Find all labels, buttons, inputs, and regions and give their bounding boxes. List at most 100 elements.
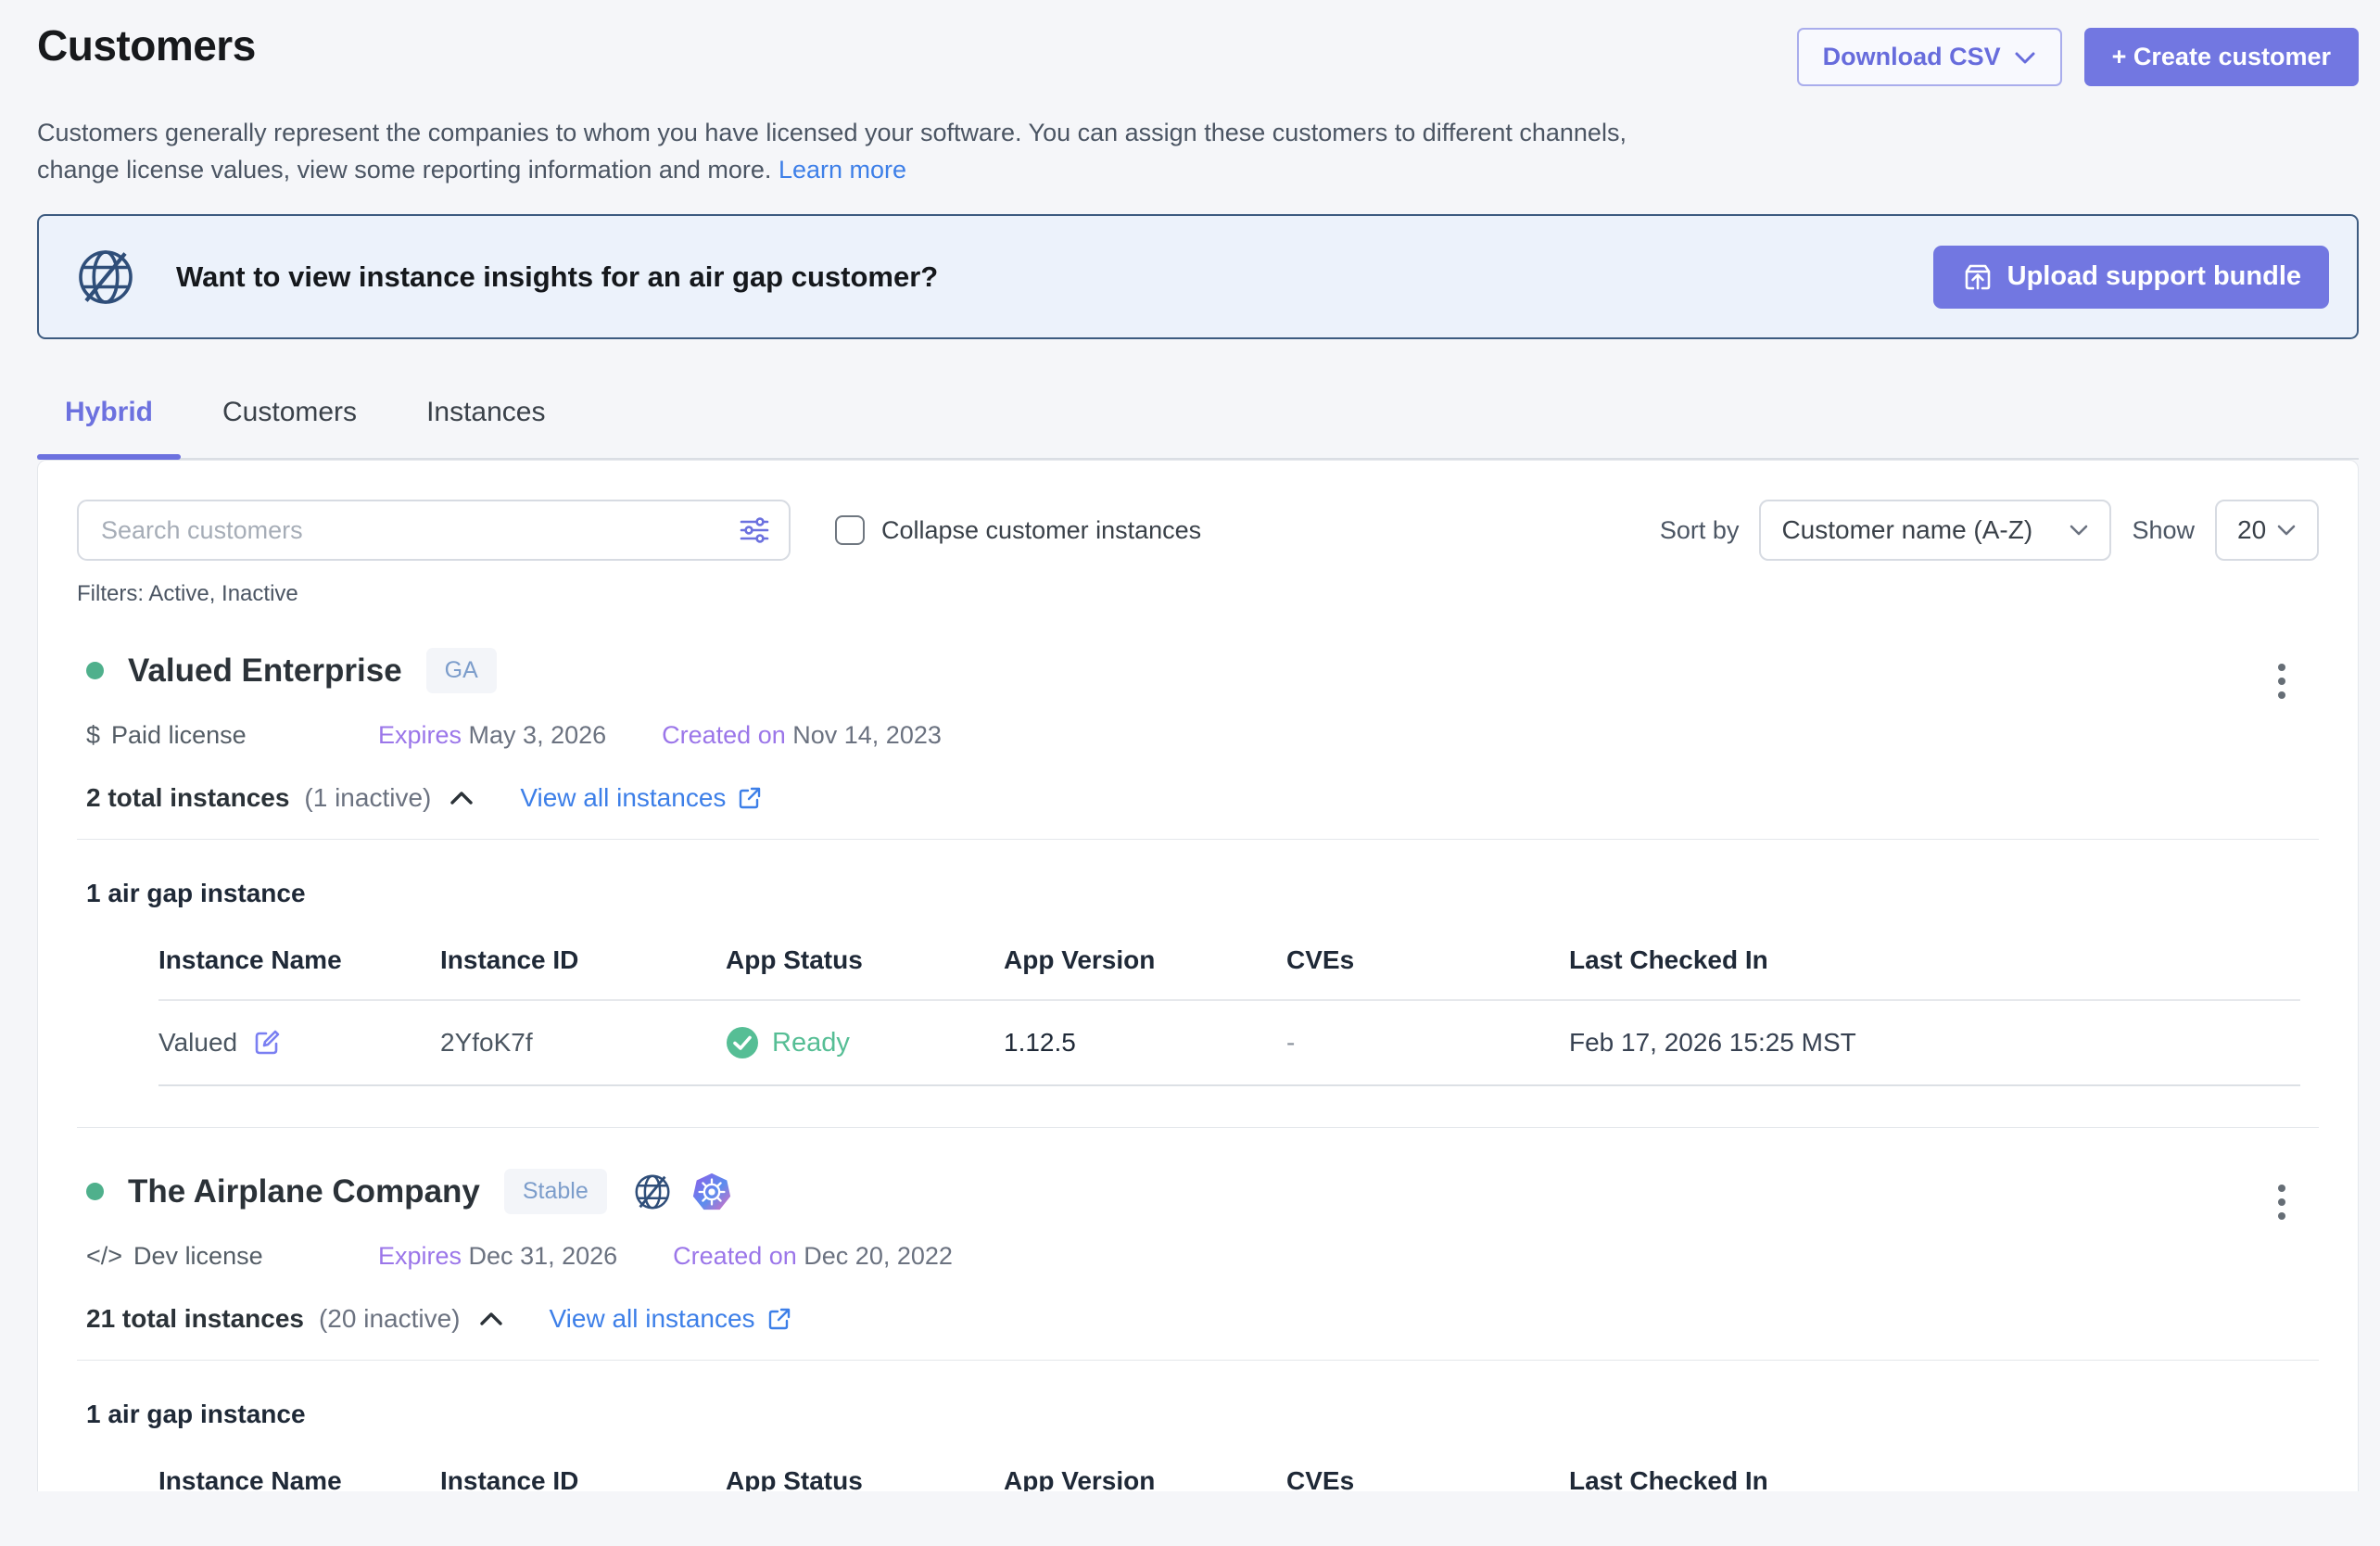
sort-by-label: Sort by [1660,516,1740,545]
customer-name[interactable]: The Airplane Company [128,1173,480,1210]
chevron-down-icon [2276,524,2297,537]
customer-card-valued-enterprise: Valued Enterprise GA $ Paid license Expi… [77,607,2319,1128]
col-app-version: App Version [1004,945,1286,975]
view-all-instances-link[interactable]: View all instances [550,1304,755,1334]
table-header-row: Instance Name Instance ID App Status App… [158,1466,2300,1491]
created-field: Created on Dec 20, 2022 [673,1242,953,1271]
expires-value: Dec 31, 2026 [469,1242,618,1270]
divider [77,839,2319,840]
check-circle-icon [726,1026,759,1059]
show-label: Show [2132,516,2195,545]
airgap-instances-heading: 1 air gap instance [77,1400,2319,1429]
col-last-checked-in: Last Checked In [1569,945,2300,975]
expires-field: Expires May 3, 2026 [378,721,606,750]
last-checked-in: Feb 17, 2026 15:25 MST [1569,1028,2300,1058]
upload-support-bundle-button[interactable]: Upload support bundle [1933,246,2329,309]
created-label: Created on [662,721,786,749]
total-instances-count: 21 total instances [86,1304,304,1334]
created-field: Created on Nov 14, 2023 [662,721,942,750]
license-type: </> Dev license [86,1242,378,1271]
airgap-banner: Want to view instance insights for an ai… [37,214,2359,339]
page-title: Customers [37,20,256,70]
download-csv-button[interactable]: Download CSV [1797,28,2062,86]
edit-icon[interactable] [252,1028,282,1058]
upload-support-bundle-label: Upload support bundle [2007,261,2301,292]
active-status-dot [86,662,104,679]
upload-icon [1961,260,1994,294]
customers-panel: Collapse customer instances Sort by Cust… [37,460,2359,1491]
expires-label: Expires [378,1242,462,1270]
app-status: Ready [772,1028,850,1058]
filter-sliders-icon[interactable] [739,514,770,546]
page-description: Customers generally represent the compan… [37,114,1705,188]
col-app-status: App Status [726,1466,1004,1491]
airgap-globe-icon [72,244,139,310]
collapse-instances-checkbox[interactable] [835,515,865,545]
cves-value: - [1286,1028,1569,1058]
airgap-globe-icon [631,1171,674,1213]
license-type-label: Paid license [111,721,247,750]
tab-customers[interactable]: Customers [222,397,357,458]
created-value: Nov 14, 2023 [792,721,942,749]
external-link-icon [737,785,763,811]
created-label: Created on [673,1242,797,1270]
total-instances-count: 2 total instances [86,783,289,813]
channel-badge: Stable [504,1169,607,1214]
license-type: $ Paid license [86,721,378,750]
collapse-chevron-up-icon[interactable] [448,789,475,807]
airgap-instances-heading: 1 air gap instance [77,879,2319,908]
col-app-status: App Status [726,945,1004,975]
collapse-instances-label: Collapse customer instances [881,516,1201,545]
app-version: 1.12.5 [1004,1028,1286,1058]
airgap-banner-title: Want to view instance insights for an ai… [176,260,1933,294]
inactive-instances-count: (20 inactive) [319,1304,461,1334]
customers-page: Customers Download CSV + Create customer… [0,0,2380,1491]
collapse-chevron-up-icon[interactable] [477,1310,505,1328]
tab-instances[interactable]: Instances [426,397,545,458]
collapse-instances-control[interactable]: Collapse customer instances [835,515,1201,545]
dev-license-icon: </> [86,1242,122,1271]
customer-card-the-airplane-company: The Airplane Company Stable [77,1128,2319,1491]
table-row: Valued 2YfoK7f [158,1001,2300,1086]
col-instance-id: Instance ID [440,945,726,975]
instance-name: Valued [158,1028,237,1058]
paid-license-icon: $ [86,721,100,750]
tab-hybrid[interactable]: Hybrid [65,397,153,458]
filters-note: Filters: Active, Inactive [77,581,2319,607]
airgap-instances-table: Instance Name Instance ID App Status App… [158,945,2300,1086]
col-instance-id: Instance ID [440,1466,726,1491]
license-type-label: Dev license [133,1242,263,1271]
divider [77,1360,2319,1361]
download-csv-label: Download CSV [1823,43,2001,71]
sort-by-select[interactable]: Customer name (A-Z) [1759,500,2111,561]
chevron-down-icon [2069,524,2089,537]
channel-badge: GA [426,648,497,693]
instance-id: 2YfoK7f [440,1028,726,1058]
chevron-down-icon [2014,50,2036,65]
expires-value: May 3, 2026 [469,721,607,749]
view-all-instances-link[interactable]: View all instances [520,783,726,813]
tab-bar: Hybrid Customers Instances [37,397,2359,460]
show-count-select[interactable]: 20 [2215,500,2319,561]
create-customer-label: + Create customer [2112,43,2331,71]
create-customer-button[interactable]: + Create customer [2084,28,2359,86]
expires-field: Expires Dec 31, 2026 [378,1242,617,1271]
col-app-version: App Version [1004,1466,1286,1491]
table-header-row: Instance Name Instance ID App Status App… [158,945,2300,1001]
active-status-dot [86,1183,104,1200]
expires-label: Expires [378,721,462,749]
col-last-checked-in: Last Checked In [1569,1466,2300,1491]
external-link-icon [766,1306,792,1332]
search-input[interactable] [77,500,791,561]
sort-by-value: Customer name (A-Z) [1781,515,2032,545]
col-instance-name: Instance Name [158,945,440,975]
created-value: Dec 20, 2022 [804,1242,953,1270]
customer-menu-kebab-icon[interactable] [2272,658,2291,704]
show-count-value: 20 [2237,515,2266,545]
col-cves: CVEs [1286,1466,1569,1491]
customer-menu-kebab-icon[interactable] [2272,1179,2291,1225]
learn-more-link[interactable]: Learn more [779,156,906,184]
col-cves: CVEs [1286,945,1569,975]
customer-name[interactable]: Valued Enterprise [128,653,402,690]
kubernetes-icon [690,1171,733,1213]
